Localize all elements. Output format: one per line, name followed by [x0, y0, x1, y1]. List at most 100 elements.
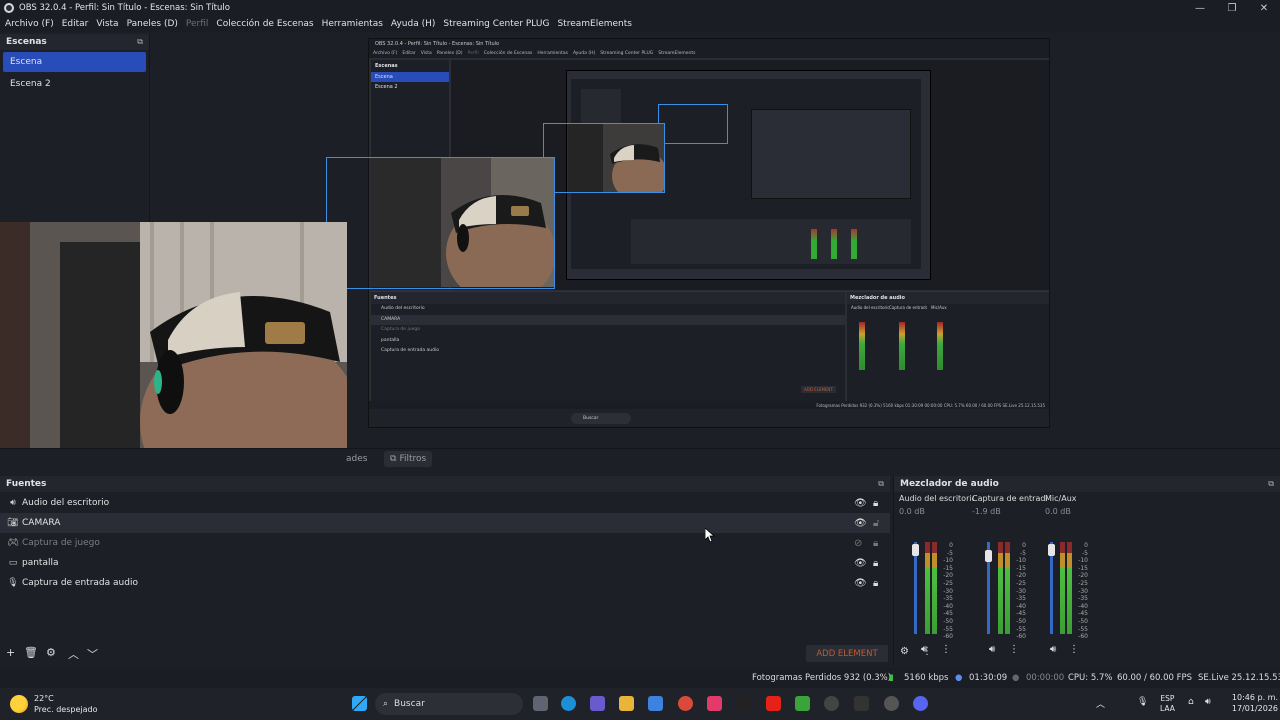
tiktok-icon[interactable]: [707, 696, 722, 711]
menu-ayuda[interactable]: Ayuda (H): [391, 19, 435, 29]
lock-icon[interactable]: 🔒︎: [873, 538, 878, 549]
mini-menu-item: StreamElements: [658, 51, 696, 56]
clock-time: 10:46 p. m.: [1231, 693, 1278, 702]
maximize-button[interactable]: ❐: [1216, 0, 1248, 16]
meter-scale: 0 -5 -10 -15 -20 -25 -30 -35 -40 -45 -50 -55 -60: [1016, 542, 1026, 641]
undock-icon[interactable]: ⧉: [1268, 479, 1274, 489]
source-row-captura-juego[interactable]: 🎮︎ Captura de juego ⊘ 🔒︎: [0, 533, 890, 553]
level-meter: [998, 542, 1003, 634]
volume-slider-handle[interactable]: [912, 544, 919, 556]
microphone-icon[interactable]: 🎙︎: [1137, 697, 1148, 707]
mini-sources-dock: Fuentes Audio del escritorio CAMARA Capt…: [371, 291, 845, 401]
app-icon[interactable]: [590, 696, 605, 711]
obs-taskbar-icon[interactable]: [824, 696, 839, 711]
menu-bar: Archivo (F) Editar Vista Paneles (D) Per…: [0, 16, 1280, 32]
source-row-captura-entrada-audio[interactable]: 🎙︎ Captura de entrada audio 👁︎ 🔒︎: [0, 573, 890, 593]
mini-menu-item: Herramientas: [537, 51, 568, 56]
menu-paneles[interactable]: Paneles (D): [127, 19, 178, 29]
taskbar-clock[interactable]: 10:46 p. m. 17/01/2026: [1222, 692, 1278, 714]
remove-source-button[interactable]: 🗑︎: [24, 646, 38, 659]
minecraft-icon[interactable]: [795, 696, 810, 711]
sources-title: Fuentes: [6, 479, 47, 489]
move-up-button[interactable]: ︿: [68, 646, 79, 662]
mixer-channel-desktop: Audio del escritorio 0.0 dB 0 -5 -10 -15 -20…: [899, 494, 974, 664]
menu-coleccion-escenas[interactable]: Colección de Escenas: [216, 19, 313, 29]
youtube-icon[interactable]: [766, 696, 781, 711]
kebab-menu-icon[interactable]: ⋮: [1069, 644, 1079, 655]
kebab-menu-icon[interactable]: ⋮: [941, 644, 951, 655]
mini-taskbar-search: Buscar: [571, 413, 631, 424]
menu-herramientas[interactable]: Herramientas: [322, 19, 383, 29]
selection-box: [658, 104, 728, 144]
volume-icon[interactable]: 🔊︎: [989, 644, 995, 655]
scene-item-escena-2[interactable]: Escena 2: [3, 74, 146, 94]
add-element-button[interactable]: ADD ELEMENT: [806, 645, 888, 662]
eye-icon[interactable]: 👁︎: [854, 578, 867, 589]
chrome-icon[interactable]: [678, 696, 693, 711]
unlock-icon[interactable]: 🔓︎: [873, 518, 879, 529]
minimize-button[interactable]: —: [1184, 0, 1216, 16]
menu-streamelements[interactable]: StreamElements: [557, 19, 632, 29]
scene-item-escena[interactable]: Escena: [3, 52, 146, 72]
move-down-button[interactable]: ﹀: [87, 646, 98, 662]
advanced-audio-icon[interactable]: ⚙︎: [900, 646, 909, 657]
mouse-cursor-icon: [705, 528, 715, 542]
volume-icon[interactable]: 🔊︎: [1050, 644, 1056, 655]
speaker-icon: 🔊︎: [10, 498, 16, 508]
tab-filtros[interactable]: ⧉ Filtros: [384, 451, 433, 467]
settings-icon[interactable]: [884, 696, 899, 711]
mixer-channel-captura: Captura de entrada -1.9 dB 0 -5 -10 -15 -20-…: [972, 494, 1047, 664]
lock-icon[interactable]: 🔒︎: [873, 578, 878, 589]
stream-time: 01:30:09: [969, 673, 1008, 683]
eye-icon[interactable]: 👁︎: [854, 518, 867, 529]
discord-icon[interactable]: [913, 696, 928, 711]
menu-archivo[interactable]: Archivo (F): [5, 19, 54, 29]
lock-icon[interactable]: 🔒︎: [873, 558, 878, 569]
add-source-button[interactable]: +: [6, 646, 15, 659]
chevron-up-icon[interactable]: ︿: [1096, 697, 1105, 710]
eye-icon[interactable]: 👁︎: [854, 558, 867, 569]
meter-scale: 0 -5 -10 -15 -20 -25 -30 -35 -40 -45 -50 -55 -60: [1078, 542, 1088, 641]
tm-app-icon[interactable]: [737, 696, 752, 711]
weather-widget[interactable]: 22°C Prec. despejado: [10, 693, 97, 715]
menu-streaming-center[interactable]: Streaming Center PLUG: [443, 19, 549, 29]
windows-start-icon[interactable]: [352, 696, 367, 711]
menu-vista[interactable]: Vista: [96, 19, 118, 29]
language-indicator[interactable]: ESP LAA: [1160, 694, 1175, 714]
file-explorer-icon[interactable]: [619, 696, 634, 711]
edge-icon[interactable]: [561, 696, 576, 711]
source-row-camara[interactable]: 📷︎ CAMARA 👁︎ 🔓︎: [0, 513, 890, 533]
kebab-menu-icon[interactable]: ⋮: [1009, 644, 1019, 655]
undock-icon[interactable]: ⧉: [137, 37, 143, 47]
menu-perfil[interactable]: Perfil: [186, 19, 209, 29]
tab-propiedades[interactable]: ades: [340, 451, 373, 467]
volume-slider-handle[interactable]: [985, 550, 992, 562]
channel-db: 0.0 dB: [1045, 507, 1071, 516]
source-properties-button[interactable]: ⚙︎: [46, 646, 56, 659]
mini-source-row: Captura de entrada audio: [381, 348, 439, 353]
lock-icon[interactable]: 🔒︎: [873, 498, 878, 509]
volume-icon[interactable]: 🔊︎: [1205, 697, 1211, 707]
camera-icon: 📷︎: [7, 518, 19, 528]
taskbar-search[interactable]: ⌕ Buscar: [375, 693, 523, 715]
store-icon[interactable]: [648, 696, 663, 711]
undock-icon[interactable]: ⧉: [878, 479, 884, 489]
network-icon[interactable]: ⌂: [1188, 697, 1194, 707]
close-button[interactable]: ✕: [1248, 0, 1280, 16]
source-row-audio-escritorio[interactable]: 🔊︎ Audio del escritorio 👁︎ 🔒︎: [0, 493, 890, 513]
menu-editar[interactable]: Editar: [62, 19, 89, 29]
obs-logo-icon: [4, 3, 14, 13]
camera-feed-main: [0, 222, 347, 467]
mini-mixer-header: Mezclador de audio: [847, 292, 1049, 304]
source-row-pantalla[interactable]: ▭ pantalla 👁︎ 🔒︎: [0, 553, 890, 573]
task-view-icon[interactable]: [533, 696, 548, 711]
mixer-menu-icon[interactable]: ⋮: [922, 646, 932, 657]
mini-mixer-dock: Mezclador de audio Audio del escritorio …: [847, 291, 1049, 401]
weather-sun-icon: [10, 695, 28, 713]
eye-hidden-icon[interactable]: ⊘: [854, 538, 862, 549]
scenes-dock: Escenas ⧉ Escena Escena 2: [0, 34, 150, 222]
app-icon[interactable]: [854, 696, 869, 711]
status-bar: Fotogramas Perdidos 932 (0.3%) ▮ 5160 kb…: [0, 668, 1280, 688]
eye-icon[interactable]: 👁︎: [854, 498, 867, 509]
volume-slider-handle[interactable]: [1048, 544, 1055, 556]
